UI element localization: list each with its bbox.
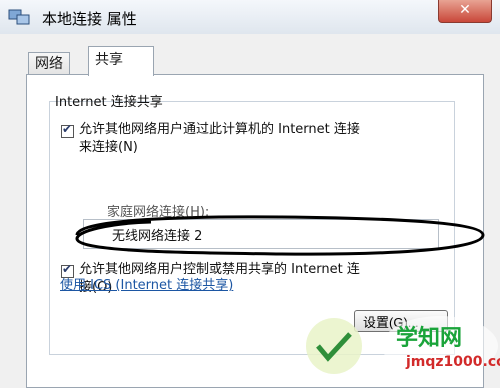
allow-share-label-line2: 来连接(N)	[79, 140, 138, 155]
use-ics-link[interactable]: 使用 ICS (Internet 连接共享)	[60, 274, 233, 293]
close-button[interactable]: ✕	[438, 0, 492, 23]
tab-sharing[interactable]: 共享	[88, 46, 154, 76]
allow-share-label-line1: 允许其他网络用户通过此计算机的 Internet 连接	[79, 122, 360, 137]
tab-label: 共享	[95, 52, 123, 68]
network-connection-icon	[8, 9, 30, 25]
tab-network[interactable]: 网络	[28, 52, 70, 75]
window-title: 本地连接 属性	[42, 10, 137, 28]
ics-group-title: Internet 连接共享	[55, 95, 163, 110]
title-bar: 本地连接 属性 ✕	[0, 0, 500, 35]
tab-label: 网络	[35, 56, 63, 72]
watermark-url: jmqz1000.com	[406, 354, 500, 370]
checkmark-icon: ✔	[62, 122, 73, 136]
allow-share-checkbox[interactable]: ✔	[61, 122, 74, 138]
watermark-brand: 学知网	[396, 326, 463, 351]
hand-drawn-circle-annotation	[75, 215, 485, 256]
close-icon: ✕	[459, 2, 471, 18]
